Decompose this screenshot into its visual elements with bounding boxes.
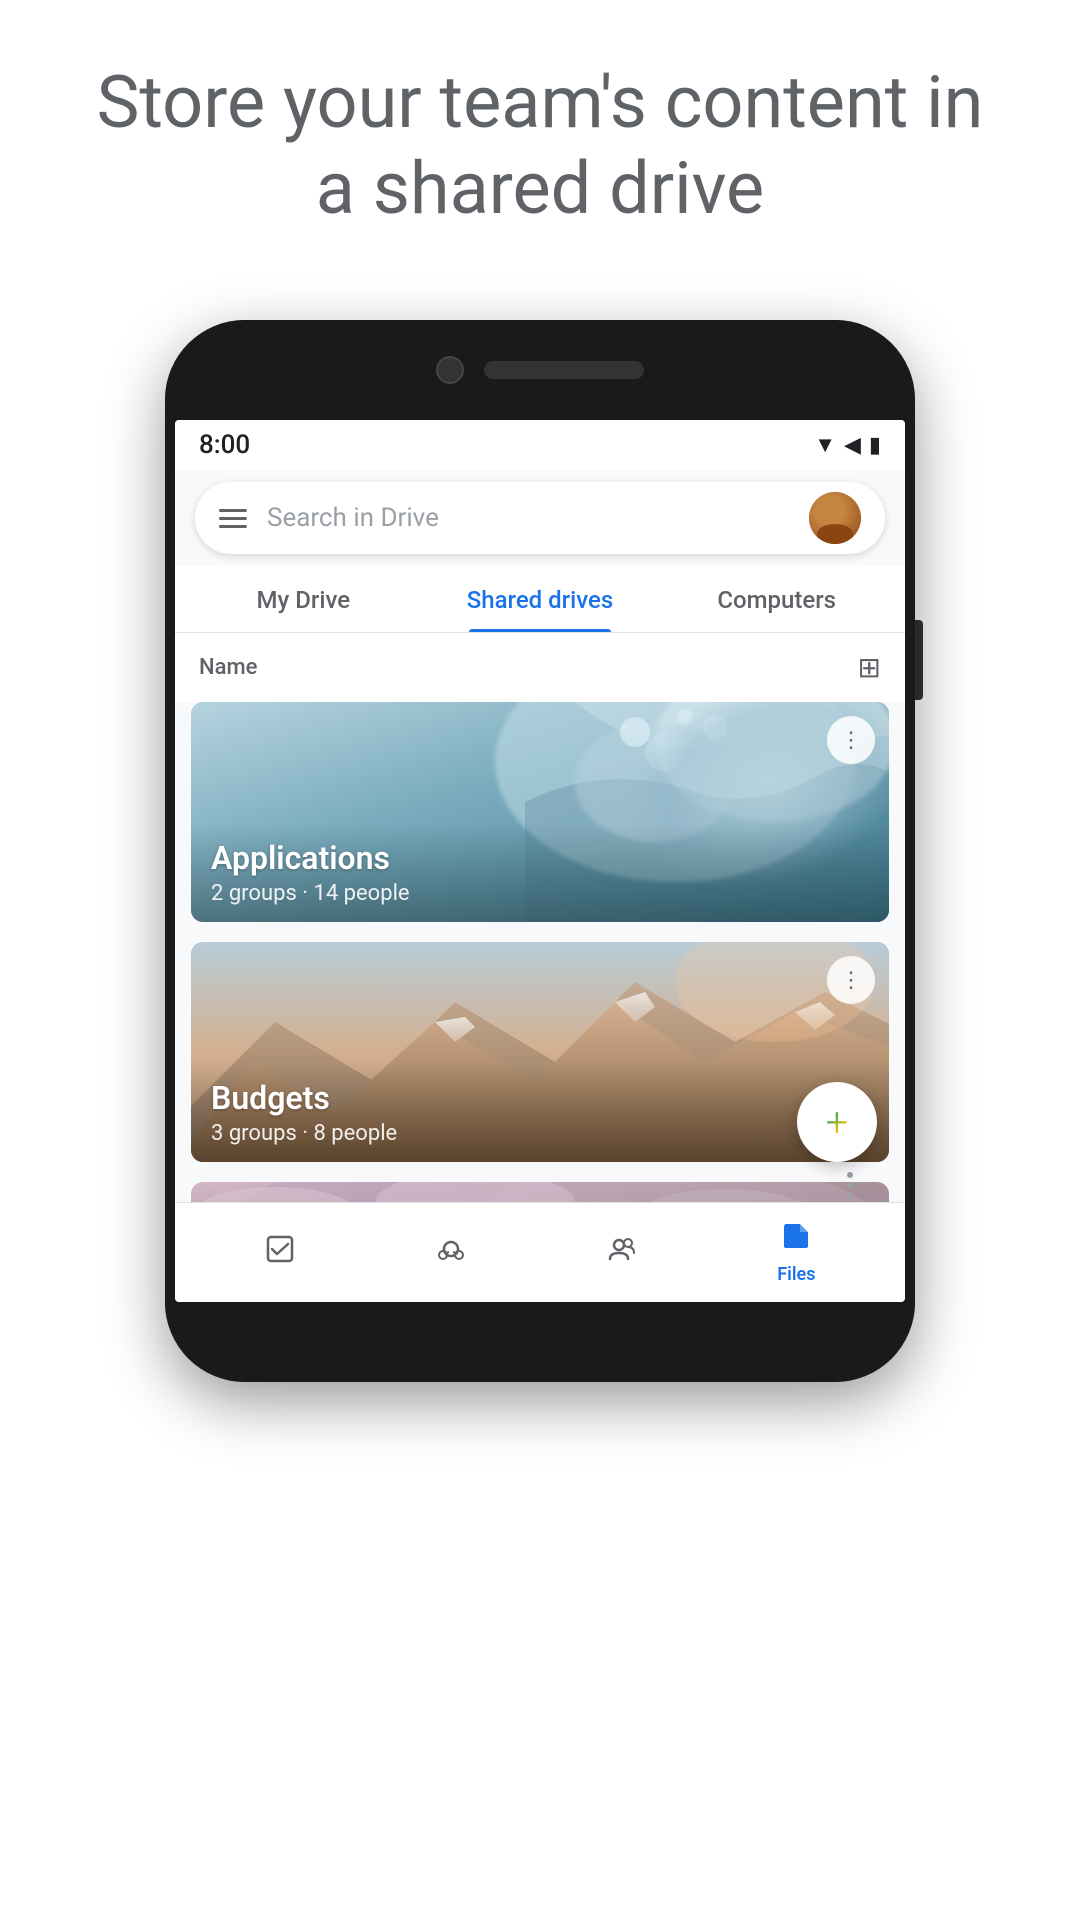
hamburger-line-2 bbox=[219, 517, 247, 520]
drive-card-applications[interactable]: ⋮ Applications 2 groups · 14 people bbox=[191, 702, 889, 922]
nav-item-shared[interactable] bbox=[586, 1225, 658, 1281]
phone-bottom-bezel bbox=[165, 1302, 915, 1382]
tab-computers[interactable]: Computers bbox=[658, 566, 895, 632]
card-overlay-budgets: Budgets 3 groups · 8 people bbox=[191, 1063, 889, 1162]
grid-view-icon[interactable]: ⊞ bbox=[858, 651, 881, 684]
tab-bar: My Drive Shared drives Computers bbox=[175, 566, 905, 633]
more-options-dots[interactable] bbox=[847, 1172, 853, 1198]
card-menu-button-applications[interactable]: ⋮ bbox=[827, 716, 875, 764]
wifi-icon: ▼ bbox=[814, 432, 836, 458]
card-subtitle-budgets: 3 groups · 8 people bbox=[211, 1121, 869, 1146]
hamburger-line-1 bbox=[219, 509, 247, 512]
phone-mockup: 8:00 ▼ ◀ ▮ Search in Drive bbox=[165, 320, 915, 1382]
sort-label[interactable]: Name bbox=[199, 655, 257, 680]
activity-icon bbox=[435, 1233, 467, 1273]
search-bar[interactable]: Search in Drive bbox=[195, 482, 885, 554]
hamburger-line-3 bbox=[219, 525, 247, 528]
phone-screen: 8:00 ▼ ◀ ▮ Search in Drive bbox=[175, 420, 905, 1302]
nav-item-files[interactable]: Files bbox=[757, 1212, 835, 1293]
more-dot-2 bbox=[847, 1182, 853, 1188]
card-overlay-applications: Applications 2 groups · 14 people bbox=[191, 823, 889, 922]
avatar-image bbox=[809, 492, 861, 544]
menu-button[interactable] bbox=[219, 509, 247, 528]
sort-bar: Name ⊞ bbox=[175, 633, 905, 702]
shared-icon bbox=[606, 1233, 638, 1273]
avatar[interactable] bbox=[809, 492, 861, 544]
drive-card-budgets[interactable]: ⋮ Budgets 3 groups · 8 people bbox=[191, 942, 889, 1162]
signal-icon: ◀ bbox=[844, 433, 861, 458]
status-time: 8:00 bbox=[199, 430, 250, 460]
card-subtitle-applications: 2 groups · 14 people bbox=[211, 881, 869, 906]
card-menu-button-budgets[interactable]: ⋮ bbox=[827, 956, 875, 1004]
tab-shared-drives[interactable]: Shared drives bbox=[422, 566, 659, 632]
bottom-navigation: Files bbox=[175, 1202, 905, 1302]
drive-cards-list: ⋮ Applications 2 groups · 14 people bbox=[175, 702, 905, 1282]
card-title-applications: Applications bbox=[211, 839, 869, 877]
tab-my-drive[interactable]: My Drive bbox=[185, 566, 422, 632]
more-dot-1 bbox=[847, 1172, 853, 1178]
status-bar: 8:00 ▼ ◀ ▮ bbox=[175, 420, 905, 470]
fab-plus-icon: + bbox=[826, 1099, 849, 1146]
files-icon bbox=[780, 1220, 812, 1260]
status-icons: ▼ ◀ ▮ bbox=[814, 432, 881, 458]
battery-icon: ▮ bbox=[869, 433, 881, 458]
phone-top-bezel bbox=[165, 320, 915, 420]
fab-button[interactable]: + bbox=[797, 1082, 877, 1162]
phone-side-button bbox=[915, 620, 923, 700]
phone-speaker bbox=[484, 361, 644, 379]
card-title-budgets: Budgets bbox=[211, 1079, 869, 1117]
phone-camera bbox=[436, 356, 464, 384]
more-dot-3 bbox=[847, 1192, 853, 1198]
tasks-icon bbox=[264, 1233, 296, 1273]
nav-item-activity[interactable] bbox=[415, 1225, 487, 1281]
search-input[interactable]: Search in Drive bbox=[267, 503, 789, 533]
nav-item-tasks[interactable] bbox=[244, 1225, 316, 1281]
files-nav-label: Files bbox=[777, 1264, 815, 1285]
hero-title: Store your team's content in a shared dr… bbox=[0, 0, 1080, 273]
